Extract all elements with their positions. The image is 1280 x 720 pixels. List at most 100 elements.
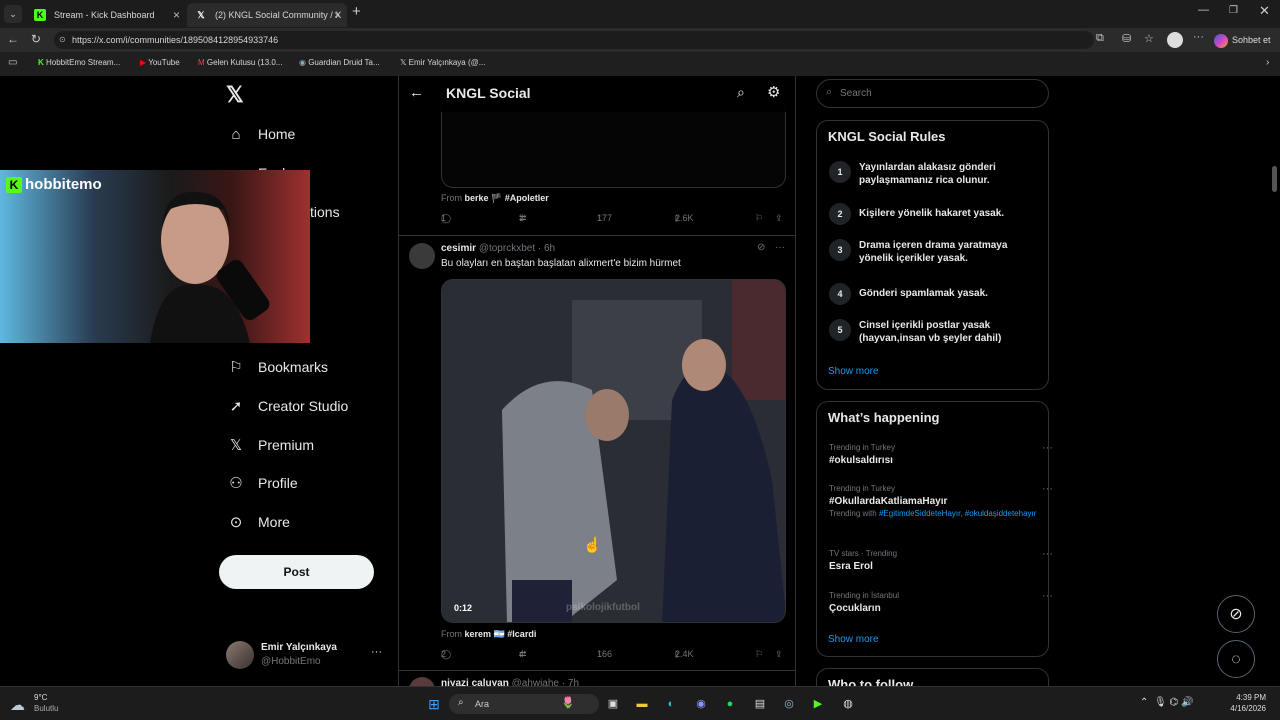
- network-icon[interactable]: ⌬: [1169, 697, 1178, 708]
- discord-icon[interactable]: ◉: [692, 695, 710, 713]
- mic-icon[interactable]: 🎙: [1154, 697, 1167, 708]
- grok-icon[interactable]: ⊘: [757, 242, 765, 253]
- author-handle[interactable]: @toprckxbet: [479, 243, 535, 254]
- account-switcher[interactable]: Emir Yalçınkaya @HobbitEmo ···: [226, 639, 386, 671]
- more-icon[interactable]: ···: [775, 242, 785, 253]
- more-icon[interactable]: ···: [1042, 548, 1053, 560]
- source-prefix: From: [441, 193, 462, 203]
- extensions-icon[interactable]: ⧉: [1096, 32, 1104, 45]
- sidebar-item-bookmarks[interactable]: ⚐ Bookmarks: [226, 352, 328, 382]
- more-icon[interactable]: ···: [1042, 442, 1053, 454]
- bookmark-guardian-druid[interactable]: ◉ Guardian Druid Ta...: [299, 54, 380, 72]
- sidebar-item-notifications[interactable]: tions: [310, 197, 340, 227]
- task-view-icon[interactable]: ▣: [604, 695, 622, 713]
- source-user[interactable]: berke: [465, 193, 489, 203]
- search-icon[interactable]: ⌕: [737, 84, 745, 101]
- community-rules-panel: KNGL Social Rules 1 Yayınlardan alakasız …: [816, 120, 1049, 390]
- trend-item[interactable]: TV stars · Trending Esra Erol ···: [829, 548, 1053, 574]
- tab-kngl-community[interactable]: 𝕏 (2) KNGL Social Community / X ×: [187, 3, 347, 27]
- sidebar-item-home[interactable]: ⌂ Home: [226, 119, 295, 149]
- messages-button[interactable]: ◌: [1217, 640, 1255, 678]
- share-icon[interactable]: ⇪: [775, 649, 783, 660]
- avatar[interactable]: [409, 243, 435, 269]
- post-time[interactable]: · 6h: [538, 243, 555, 254]
- clock[interactable]: 4:39 PM 4/16/2026: [1226, 693, 1266, 713]
- back-icon[interactable]: ←: [7, 32, 19, 46]
- show-more-link[interactable]: Show more: [828, 634, 879, 645]
- trend-with-tags[interactable]: #EgitimdeSiddeteHayır, #okuldaşiddetehay…: [879, 509, 1036, 518]
- trend-item[interactable]: Trending in İstanbul Çocukların ···: [829, 590, 1053, 616]
- back-arrow-icon[interactable]: ←: [409, 84, 424, 101]
- post-button[interactable]: Post: [219, 555, 374, 589]
- chat-icon: ◌: [1231, 651, 1241, 668]
- window-close-icon[interactable]: ✕: [1259, 3, 1270, 19]
- video-player[interactable]: psikolojikfutbol 0:12: [441, 279, 786, 623]
- share-icon[interactable]: ⇪: [775, 213, 783, 224]
- source-tag[interactable]: #Apoletler: [505, 193, 549, 203]
- minimize-icon[interactable]: —: [1198, 4, 1209, 16]
- favorites-icon[interactable]: ☆: [1144, 32, 1154, 45]
- rule-item: 2 Kişilere yönelik hakaret yasak.: [829, 203, 1039, 225]
- close-tab-icon[interactable]: ×: [173, 3, 180, 27]
- trend-item[interactable]: Trending in Turkey #OkullardaKatliamaHay…: [829, 483, 1053, 519]
- tab-list-button[interactable]: ⌄: [4, 5, 22, 23]
- more-icon[interactable]: ···: [1042, 590, 1053, 602]
- edge-icon[interactable]: ◐: [662, 695, 680, 713]
- restore-icon[interactable]: ❐: [1229, 5, 1238, 16]
- show-more-link[interactable]: Show more: [828, 366, 879, 377]
- bookmark-icon[interactable]: ⚐: [755, 649, 763, 660]
- author-name[interactable]: cesimir: [441, 243, 476, 254]
- file-explorer-icon[interactable]: ▬: [633, 695, 651, 713]
- new-tab-button[interactable]: +: [352, 3, 361, 20]
- account-handle: @HobbitEmo: [261, 656, 321, 667]
- bookmarks-menu-icon[interactable]: ▭: [8, 57, 17, 68]
- bookmark-icon[interactable]: ⚐: [755, 213, 763, 224]
- kick-app-icon[interactable]: ▶: [809, 695, 827, 713]
- collections-icon[interactable]: ⛁: [1122, 32, 1131, 45]
- source-user[interactable]: kerem: [465, 629, 492, 639]
- source-tag[interactable]: #Icardi: [507, 629, 536, 639]
- sidebar-item-more[interactable]: ⊙ More: [226, 507, 290, 537]
- bookmark-x-profile[interactable]: 𝕏 Emir Yalçınkaya (@...: [400, 54, 485, 72]
- start-icon[interactable]: ⊞: [425, 695, 443, 713]
- site-info-icon[interactable]: ⊙: [59, 31, 66, 49]
- rule-number: 1: [829, 161, 851, 183]
- more-icon[interactable]: ···: [371, 646, 382, 658]
- refresh-icon[interactable]: ↻: [31, 32, 41, 46]
- spotify-icon[interactable]: ●: [721, 695, 739, 713]
- gear-icon[interactable]: ⚙: [767, 83, 780, 101]
- trend-item[interactable]: Trending in Turkey #okulsaldırısı ···: [829, 442, 1053, 468]
- steam-icon[interactable]: ◎: [780, 695, 798, 713]
- bookmark-gmail[interactable]: M Gelen Kutusu (13.0...: [198, 54, 283, 72]
- sidebar-item-premium[interactable]: 𝕏 Premium: [226, 430, 314, 460]
- tab-kick-dashboard[interactable]: K Stream - Kick Dashboard ×: [26, 3, 186, 27]
- author-handle[interactable]: @ahwiahe: [512, 678, 559, 686]
- post-time[interactable]: · 7h: [562, 678, 579, 686]
- bookmark-youtube[interactable]: ▶ YouTube: [140, 54, 180, 72]
- panel-title: What’s happening: [828, 410, 940, 425]
- copilot-button[interactable]: Sohbet et: [1214, 31, 1271, 49]
- volume-icon[interactable]: 🔊: [1181, 697, 1193, 708]
- avatar[interactable]: [409, 677, 435, 686]
- source-prefix: From: [441, 629, 462, 639]
- close-tab-icon[interactable]: ×: [334, 3, 341, 27]
- scrollbar[interactable]: [1272, 166, 1277, 192]
- taskbar-search[interactable]: ⌕ Ara 🌷: [449, 694, 599, 714]
- sidebar-item-profile[interactable]: ⚇ Profile: [226, 468, 297, 498]
- bookmark-hobbitemo[interactable]: K HobbitEmo Stream...: [38, 54, 120, 72]
- author-name[interactable]: niyazi caluyan: [441, 678, 509, 686]
- menu-icon[interactable]: ···: [1193, 31, 1204, 43]
- x-logo-icon[interactable]: 𝕏: [226, 82, 244, 108]
- profile-avatar[interactable]: [1167, 32, 1183, 48]
- post-source: From kerem 🇦🇷 #Icardi: [441, 629, 536, 640]
- grok-button[interactable]: ⊘: [1217, 595, 1255, 633]
- post-media[interactable]: [441, 104, 786, 188]
- url-field[interactable]: ⊙ https://x.com/i/communities/1895084128…: [54, 31, 1094, 49]
- chevron-up-icon[interactable]: ⌃: [1140, 697, 1148, 708]
- more-icon[interactable]: ···: [1042, 483, 1053, 495]
- terminal-icon[interactable]: ▤: [751, 695, 769, 713]
- sidebar-item-creator-studio[interactable]: ➚ Creator Studio: [226, 391, 349, 421]
- obs-icon[interactable]: ◍: [839, 695, 857, 713]
- search-input[interactable]: ⌕ Search: [816, 79, 1049, 108]
- more-bookmarks-icon[interactable]: ›: [1266, 57, 1269, 68]
